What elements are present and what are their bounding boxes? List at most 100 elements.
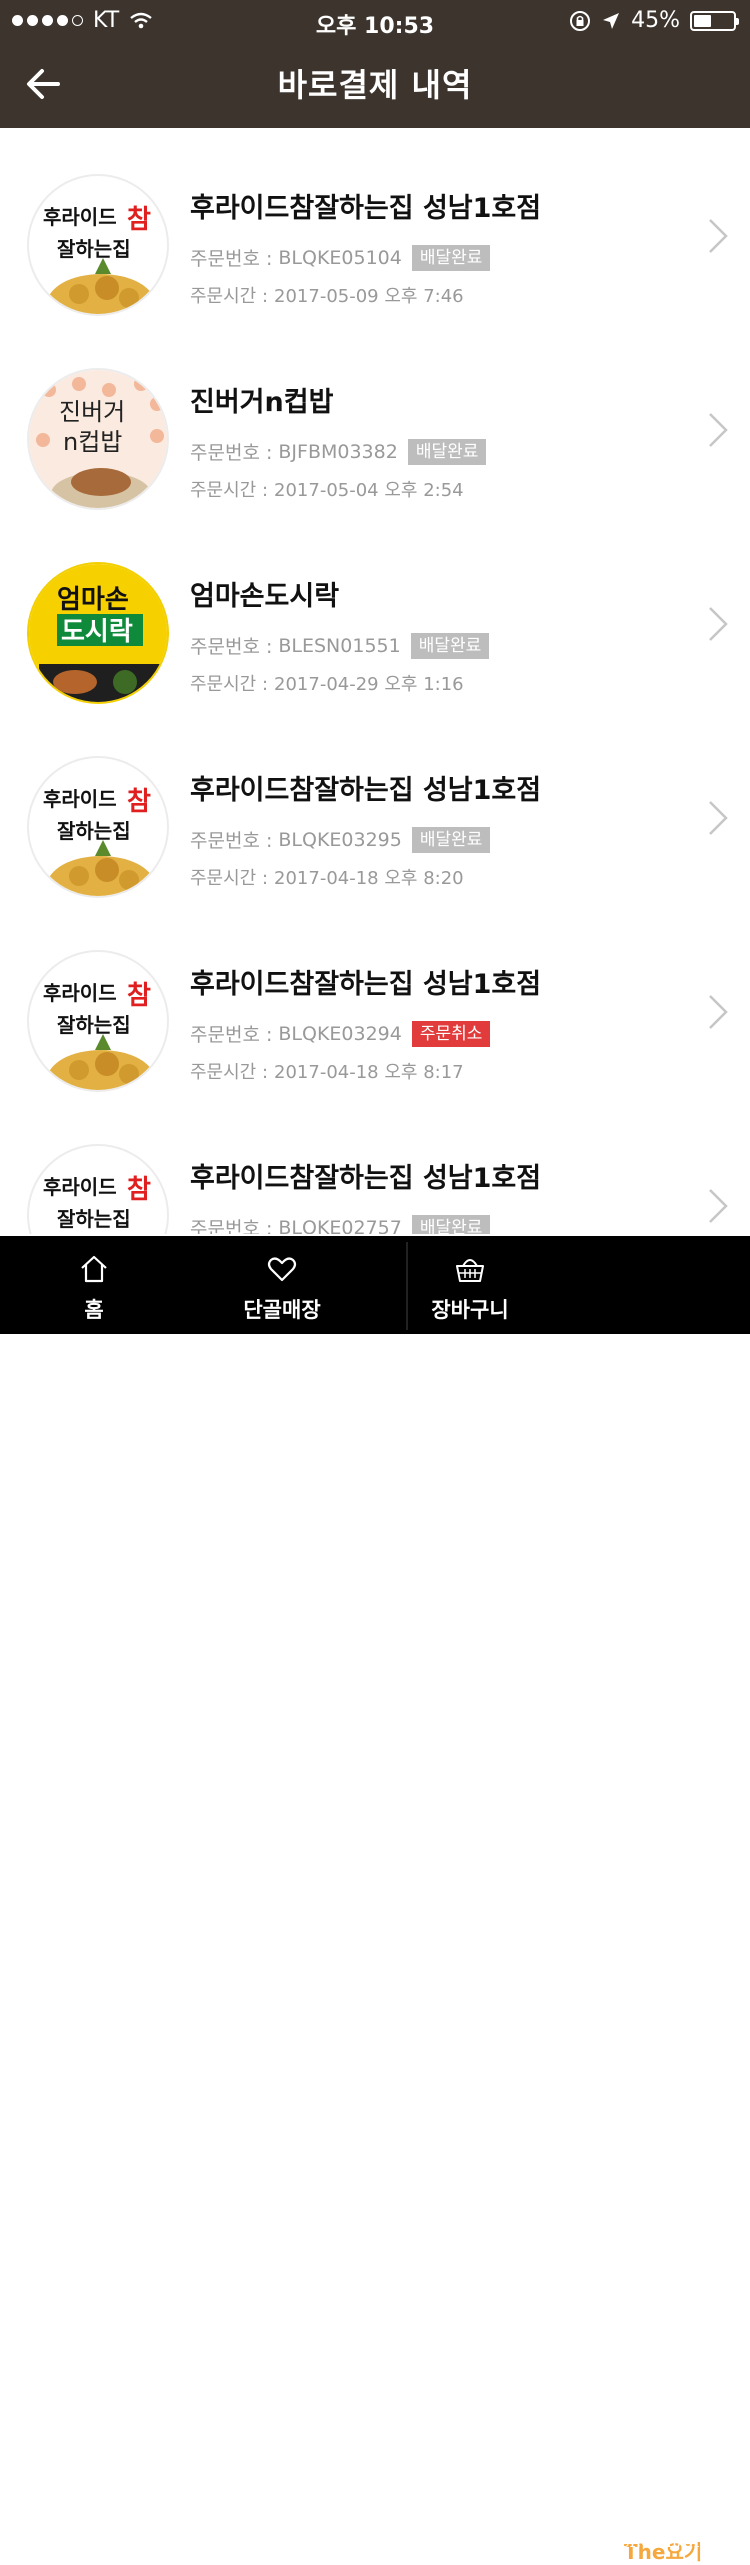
order-time-label: 주문시간 : [190, 480, 269, 501]
order-list-item[interactable]: 후라이드 참 잘하는집 후라이드참잘하는집 성남1호점 주문번호 : BLQKE… [0, 734, 750, 928]
svg-text:엄마손: 엄마손 [57, 585, 129, 615]
order-number-label: 주문번호 : [190, 1218, 273, 1234]
svg-text:도시락: 도시락 [61, 617, 133, 647]
order-number: BLQKE02757 [278, 1216, 402, 1235]
order-time-label: 주문시간 : [190, 868, 269, 889]
svg-text:참: 참 [127, 205, 151, 235]
order-number-row: 주문번호 : BJFBM03382 배달완료 [190, 438, 487, 465]
order-number-label: 주문번호 : [190, 248, 273, 270]
store-name: 후라이드참잘하는집 성남1호점 [190, 775, 542, 806]
status-badge: 배달완료 [411, 244, 491, 271]
svg-text:잘하는집: 잘하는집 [57, 237, 131, 261]
order-time-row: 주문시간 : 2017-04-29 오후 1:16 [190, 670, 464, 696]
home-icon [81, 1255, 107, 1283]
nav-bar: 바로결제 내역 [0, 40, 750, 128]
svg-text:후라이드: 후라이드 [43, 981, 117, 1005]
order-number-row: 주문번호 : BLESN01551 배달완료 [190, 632, 490, 659]
svg-text:참: 참 [127, 787, 151, 817]
status-badge: 배달완료 [410, 632, 490, 659]
order-number-row: 주문번호 : BLQKE03295 배달완료 [190, 826, 491, 853]
order-time-label: 주문시간 : [190, 1062, 269, 1083]
status-badge: 주문취소 [411, 1020, 491, 1047]
page-title: 바로결제 내역 [277, 66, 473, 104]
chevron-right-icon [709, 995, 728, 1029]
order-list-item[interactable]: 후라이드 참 잘하는집 후라이드참잘하는집 성남1호점 주문번호 : BLQKE… [0, 152, 750, 346]
chevron-right-icon [709, 607, 728, 641]
store-logo: 후라이드 참 잘하는집 [27, 1144, 169, 1234]
chevron-right-icon [709, 413, 728, 447]
store-name: 진버거n컵밥 [190, 387, 334, 418]
svg-text:후라이드: 후라이드 [43, 787, 117, 811]
chevron-right-icon [709, 219, 728, 253]
order-list-item[interactable]: 엄마손 도시락 엄마손도시락 주문번호 : BLESN01551 배달완료 주문… [0, 540, 750, 734]
svg-text:잘하는집: 잘하는집 [57, 1013, 131, 1037]
order-time-row: 주문시간 : 2017-05-04 오후 2:54 [190, 476, 464, 502]
order-time: 2017-04-29 오후 1:16 [274, 674, 464, 695]
store-name: 후라이드참잘하는집 성남1호점 [190, 969, 542, 1000]
order-number: BLQKE03294 [278, 1022, 402, 1045]
order-number-row: 주문번호 : BLQKE05104 배달완료 [190, 244, 491, 271]
order-number: BLQKE05104 [278, 246, 402, 269]
order-list-item[interactable]: 진버거 n컵밥 진버거n컵밥 주문번호 : BJFBM03382 배달완료 주문… [0, 346, 750, 540]
basket-icon [456, 1259, 484, 1282]
rotation-lock-icon [570, 10, 591, 31]
watermark-title: Alice Cast [576, 2500, 711, 2529]
order-number: BLESN01551 [278, 634, 401, 657]
svg-text:참: 참 [127, 981, 151, 1011]
svg-text:진버거: 진버거 [59, 398, 125, 426]
location-icon [603, 12, 620, 29]
order-time-row: 주문시간 : 2017-05-09 오후 7:46 [190, 282, 464, 308]
order-time: 2017-04-18 오후 8:20 [274, 868, 464, 889]
order-time-row: 주문시간 : 2017-04-18 오후 8:20 [190, 864, 464, 890]
battery-icon [690, 10, 739, 31]
order-number: BLQKE03295 [278, 828, 402, 851]
order-history-list: 후라이드 참 잘하는집 후라이드참잘하는집 성남1호점 주문번호 : BLQKE… [0, 128, 750, 1234]
order-time-row: 주문시간 : 2017-04-18 오후 8:17 [190, 1058, 464, 1084]
store-logo: 후라이드 참 잘하는집 [27, 756, 169, 898]
order-number: BJFBM03382 [278, 440, 398, 463]
svg-text:후라이드: 후라이드 [43, 205, 117, 229]
store-name: 후라이드참잘하는집 성남1호점 [190, 193, 542, 224]
order-number-row: 주문번호 : BLQKE02757 배달완료 [190, 1214, 491, 1235]
tab-favorites[interactable]: 단골매장 [188, 1236, 376, 1334]
svg-text:잘하는집: 잘하는집 [57, 1207, 131, 1231]
order-number-row: 주문번호 : BLQKE03294 주문취소 [190, 1020, 491, 1047]
top-header: KT 오후 10:53 45% 바로결제 내역 [0, 0, 750, 128]
store-logo: 엄마손 도시락 [27, 562, 169, 704]
tab-home[interactable]: 홈 [0, 1236, 188, 1334]
svg-text:잘하는집: 잘하는집 [57, 819, 131, 843]
store-logo: 후라이드 참 잘하는집 [27, 174, 169, 316]
order-list-item[interactable]: 후라이드 참 잘하는집 후라이드참잘하는집 성남1호점 주문번호 : BLQKE… [0, 928, 750, 1122]
store-logo: 후라이드 참 잘하는집 [27, 950, 169, 1092]
tab-cart-label: 장바구니 [431, 1298, 509, 1322]
order-number-label: 주문번호 : [190, 1024, 273, 1046]
tab-home-label: 홈 [84, 1298, 104, 1322]
battery-percent: 45% [631, 8, 680, 33]
bottom-tab-bar: 홈 단골매장 장바구니 The요기 Alice Cast blog.naver.… [0, 1236, 750, 2564]
order-time-label: 주문시간 : [190, 674, 269, 695]
heart-icon [267, 1257, 297, 1282]
order-time: 2017-04-18 오후 8:17 [274, 1062, 464, 1083]
store-name: 후라이드참잘하는집 성남1호점 [190, 1163, 542, 1194]
order-time: 2017-05-04 오후 2:54 [274, 480, 464, 501]
tab-favorites-label: 단골매장 [243, 1298, 321, 1322]
status-badge: 배달완료 [411, 1214, 491, 1234]
svg-text:후라이드: 후라이드 [43, 1175, 117, 1199]
status-badge: 배달완료 [411, 826, 491, 853]
store-logo: 진버거 n컵밥 [27, 368, 169, 510]
svg-text:참: 참 [127, 1175, 151, 1205]
order-time: 2017-05-09 오후 7:46 [274, 286, 464, 307]
order-list-item[interactable]: 후라이드 참 잘하는집 후라이드참잘하는집 성남1호점 주문번호 : BLQKE… [0, 1122, 750, 1234]
status-bar: KT 오후 10:53 45% [0, 0, 750, 40]
watermark-url: blog.naver.com/gighj [546, 2532, 727, 2552]
order-number-label: 주문번호 : [190, 636, 273, 658]
chevron-right-icon [709, 801, 728, 835]
chevron-right-icon [709, 1189, 728, 1223]
tab-cart[interactable]: 장바구니 [376, 1236, 564, 1334]
order-number-label: 주문번호 : [190, 442, 273, 464]
svg-text:n컵밥: n컵밥 [63, 428, 122, 456]
order-time-label: 주문시간 : [190, 286, 269, 307]
order-number-label: 주문번호 : [190, 830, 273, 852]
status-badge: 배달완료 [407, 438, 487, 465]
store-name: 엄마손도시락 [190, 581, 340, 612]
